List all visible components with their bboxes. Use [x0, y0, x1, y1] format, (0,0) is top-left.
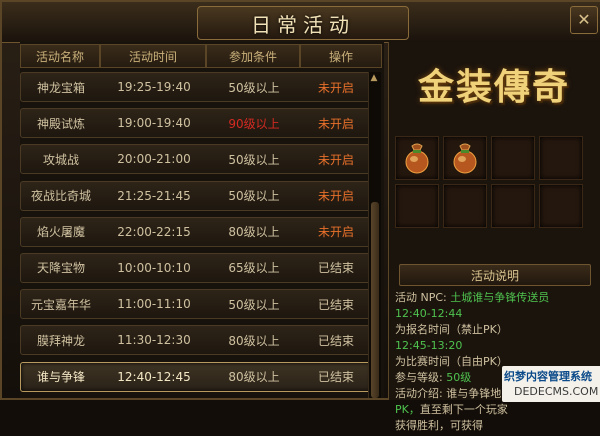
signup-time: 12:40-12:44	[395, 307, 463, 320]
info-section-title: 活动说明	[399, 264, 591, 286]
activity-window: 日常活动 ✕ 活动名称 活动时间 参加条件 操作 神龙宝箱 19:25-19:4…	[0, 0, 600, 432]
activity-status[interactable]: 未开启	[301, 109, 371, 137]
bag-icon	[405, 143, 429, 174]
activity-condition: 50级以上	[228, 80, 280, 95]
reward-slot-empty[interactable]	[443, 184, 487, 228]
activity-table: 活动名称 活动时间 参加条件 操作 神龙宝箱 19:25-19:40 50级以上…	[20, 42, 384, 398]
activity-time: 12:40-12:45	[117, 369, 191, 384]
level-label: 参与等级:	[395, 371, 443, 384]
intro-line2-a: PK，	[395, 403, 420, 416]
intro-line-3: 获得胜利，可获得	[395, 419, 483, 432]
activity-condition: 90级以上	[228, 116, 280, 131]
activity-status[interactable]: 已结束	[301, 254, 371, 282]
npc-label: 活动 NPC:	[395, 291, 447, 304]
bag-icon	[453, 143, 477, 174]
activity-name: 谁与争锋	[36, 370, 85, 384]
table-row[interactable]: 神龙宝箱 19:25-19:40 50级以上 未开启	[20, 72, 372, 102]
activity-status[interactable]: 未开启	[301, 218, 371, 246]
scroll-up-arrow-icon[interactable]: ▲	[368, 72, 380, 84]
activity-time: 11:30-12:30	[117, 333, 191, 348]
signup-label: 为报名时间（禁止PK）	[395, 323, 508, 336]
scrollbar-thumb[interactable]	[371, 202, 379, 398]
activity-status[interactable]: 未开启	[301, 182, 371, 210]
activity-status[interactable]: 已结束	[301, 326, 371, 354]
npc-line: 活动 NPC: 土城谁与争锋传送员	[395, 290, 595, 306]
window-title: 日常活动	[197, 6, 409, 40]
activity-name: 攻城战	[42, 152, 79, 167]
reward-slot-empty[interactable]	[491, 136, 535, 180]
activity-status[interactable]: 已结束	[301, 363, 371, 391]
level-value: 50级	[446, 371, 472, 384]
reward-slot-empty[interactable]	[539, 136, 583, 180]
table-header: 活动名称 活动时间 参加条件 操作	[20, 44, 382, 68]
activity-time: 19:25-19:40	[117, 80, 191, 94]
close-button[interactable]: ✕	[570, 6, 598, 34]
activity-time: 19:00-19:40	[117, 116, 191, 131]
reward-slot-empty[interactable]	[491, 184, 535, 228]
activity-status[interactable]: 已结束	[301, 290, 371, 318]
header-condition: 参加条件	[206, 44, 300, 68]
table-scrollbar[interactable]	[368, 72, 381, 398]
activity-name: 元宝嘉年华	[30, 297, 91, 312]
activity-condition: 50级以上	[228, 152, 280, 167]
table-row[interactable]: 攻城战 20:00-21:00 50级以上 未开启	[20, 144, 372, 175]
header-activity-name: 活动名称	[20, 44, 100, 68]
activity-status[interactable]: 未开启	[301, 145, 371, 173]
game-logo: 金装傳奇	[389, 44, 599, 124]
title-bar: 日常活动 ✕	[2, 2, 600, 43]
reward-slot[interactable]	[395, 136, 439, 180]
activity-time: 20:00-21:00	[117, 152, 191, 167]
table-body: 神龙宝箱 19:25-19:40 50级以上 未开启 神殿试炼 19:00-19…	[20, 72, 372, 398]
table-row[interactable]: 元宝嘉年华 11:00-11:10 50级以上 已结束	[20, 289, 372, 320]
activity-condition: 80级以上	[228, 225, 280, 240]
intro-line-2: PK，直至剩下一个玩家	[395, 402, 595, 418]
npc-value[interactable]: 土城谁与争锋传送员	[450, 291, 549, 304]
activity-condition: 50级以上	[228, 297, 280, 312]
activity-name: 天降宝物	[36, 261, 85, 276]
game-logo-text: 金装傳奇	[417, 66, 570, 108]
reward-slot-empty[interactable]	[539, 184, 583, 228]
table-row[interactable]: 膜拜神龙 11:30-12:30 80级以上 已结束	[20, 325, 372, 356]
activity-name: 夜战比奇城	[30, 189, 91, 204]
activity-time: 11:00-11:10	[117, 297, 191, 312]
activity-time: 10:00-10:10	[117, 260, 191, 275]
activity-time: 21:25-21:45	[117, 188, 191, 203]
table-row[interactable]: 神殿试炼 19:00-19:40 90级以上 未开启	[20, 108, 372, 139]
activity-description: 活动 NPC: 土城谁与争锋传送员 12:40-12:44 为报名时间（禁止PK…	[395, 290, 595, 436]
close-icon: ✕	[577, 10, 591, 29]
intro-line2-b: 直至剩下一个玩家	[419, 403, 508, 416]
activity-name: 神殿试炼	[36, 116, 85, 131]
header-activity-time: 活动时间	[100, 44, 206, 68]
watermark: 织梦内容管理系统 DEDECMS.COM	[502, 366, 600, 402]
reward-slot-empty[interactable]	[395, 184, 439, 228]
activity-name: 膜拜神龙	[36, 333, 85, 348]
activity-condition: 65级以上	[228, 261, 280, 276]
table-row[interactable]: 谁与争锋 12:40-12:45 80级以上 已结束	[20, 361, 372, 392]
activity-condition: 80级以上	[228, 333, 280, 348]
activity-name: 焰火屠魔	[36, 225, 85, 240]
table-row[interactable]: 天降宝物 10:00-10:10 65级以上 已结束	[20, 252, 372, 283]
reward-slot[interactable]	[443, 136, 487, 180]
watermark-top: 织梦内容管理系统	[504, 370, 592, 383]
activity-detail-panel: 金装傳奇 活动说明 活动 NPC: 土城谁与争锋传送员 12:40-12:44 …	[388, 42, 600, 432]
activity-name: 神龙宝箱	[36, 80, 85, 95]
table-row[interactable]: 焰火屠魔 22:00-22:15 80级以上 未开启	[20, 216, 372, 247]
match-time: 12:45-13:20	[395, 339, 463, 352]
watermark-bottom: DEDECMS.COM	[514, 385, 599, 398]
activity-time: 22:00-22:15	[117, 224, 191, 239]
table-row[interactable]: 夜战比奇城 21:25-21:45 50级以上 未开启	[20, 180, 372, 211]
header-operation: 操作	[300, 44, 382, 68]
reward-slots	[395, 136, 583, 228]
activity-condition: 50级以上	[228, 189, 280, 204]
activity-status[interactable]: 未开启	[301, 73, 371, 101]
activity-condition: 80级以上	[228, 370, 280, 384]
